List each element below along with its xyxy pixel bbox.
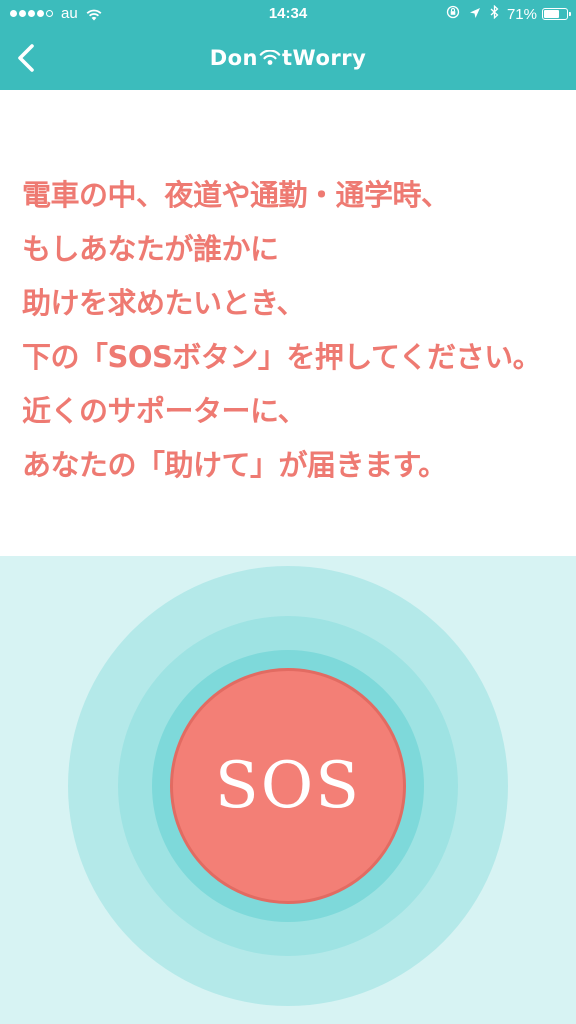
header-bar: au 14:34 71% Don tWorry (0, 0, 576, 90)
instruction-message: 電車の中、夜道や通勤・通学時、 もしあなたが誰かに 助けを求めたいとき、 下の「… (22, 168, 562, 492)
logo-text-left: Don (209, 46, 258, 70)
sos-panel: SOS (0, 556, 576, 1024)
battery-nub (569, 12, 571, 16)
status-right: 71% (437, 4, 571, 23)
sos-button[interactable]: SOS (170, 668, 406, 904)
message-line: 電車の中、夜道や通勤・通学時、 (22, 178, 450, 212)
message-line: あなたの「助けて」が届きます。 (22, 448, 447, 482)
location-arrow-icon (469, 6, 481, 23)
message-line: 下の「SOSボタン」を押してください。 (22, 340, 542, 374)
battery-fill (544, 10, 560, 18)
logo-text-right: tWorry (282, 46, 367, 70)
orientation-lock-icon (446, 5, 460, 23)
battery-icon (542, 8, 571, 20)
bluetooth-icon (490, 4, 499, 23)
battery-percentage: 71% (506, 5, 537, 23)
message-line: もしあなたが誰かに (22, 232, 279, 266)
sos-button-label: SOS (214, 749, 362, 823)
status-bar: au 14:34 71% (0, 0, 576, 28)
message-line: 近くのサポーターに、 (22, 394, 307, 428)
message-line: 助けを求めたいとき、 (22, 286, 305, 320)
app-logo: Don tWorry (0, 46, 576, 70)
wifi-icon (259, 47, 281, 65)
